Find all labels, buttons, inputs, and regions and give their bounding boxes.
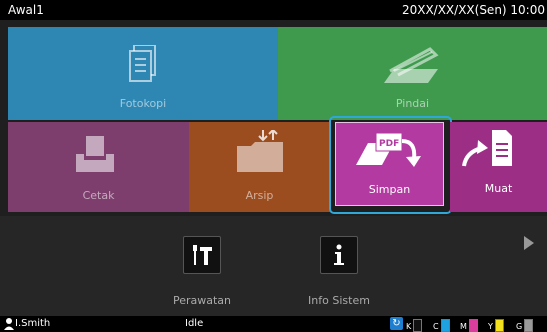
scanner-icon [384,47,439,83]
ink-g-level [524,319,534,332]
save-pdf-icon: PDF [356,132,421,167]
perawatan-label: Perawatan [172,294,232,307]
fotokopi-tile[interactable]: Fotokopi [8,27,278,120]
info-icon [334,244,344,265]
top-bar: Awal1 20XX/XX/XX(Sen) 10:00 [0,0,547,20]
ink-m-label: M [460,322,467,331]
ink-m-level [468,319,478,332]
next-page-arrow[interactable] [524,236,534,250]
ink-k: K [406,319,423,332]
ink-m: M [460,319,478,332]
date-time: 20XX/XX/XX(Sen) 10:00 [401,3,545,17]
tools-area: Perawatan Info Sistem [0,216,547,316]
cetak-label: Cetak [82,189,115,202]
copy-document-icon [129,45,156,82]
muat-tile[interactable]: Muat [450,122,547,212]
simpan-label: Simpan [368,183,411,196]
ink-c-label: C [433,322,439,331]
simpan-tile[interactable]: PDF Simpan [335,122,444,206]
tools-icon [193,245,212,265]
ink-g: G [516,319,534,332]
print-icon [76,136,114,172]
arsip-label: Arsip [245,189,274,202]
archive-folder-icon [237,130,283,172]
info-sistem-button[interactable] [320,236,358,274]
screen-title: Awal1 [8,3,44,17]
info-sistem-label: Info Sistem [308,294,370,307]
fotokopi-label: Fotokopi [119,97,167,110]
perawatan-button[interactable] [183,236,221,274]
ink-k-label: K [406,322,412,331]
muat-label: Muat [484,182,513,195]
status-bar: I.Smith Idle ↻ K C M Y G [0,316,547,332]
ink-y-level [494,319,504,332]
user-name: I.Smith [15,318,51,329]
arsip-tile[interactable]: Arsip [189,122,330,212]
pindai-tile[interactable]: Pindai [278,27,547,120]
ink-g-label: G [516,322,523,331]
ink-y: Y [488,319,504,332]
cetak-tile[interactable]: Cetak [8,122,189,212]
load-document-icon [462,130,512,167]
pdf-text: PDF [379,139,399,149]
machine-state: Idle [185,318,204,329]
ink-c: C [433,319,450,332]
refresh-icon[interactable]: ↻ [390,317,403,330]
ink-y-label: Y [488,322,493,331]
ink-k-level [413,319,423,332]
ink-c-level [440,319,450,332]
user-icon [4,318,14,330]
pindai-label: Pindai [395,97,430,110]
